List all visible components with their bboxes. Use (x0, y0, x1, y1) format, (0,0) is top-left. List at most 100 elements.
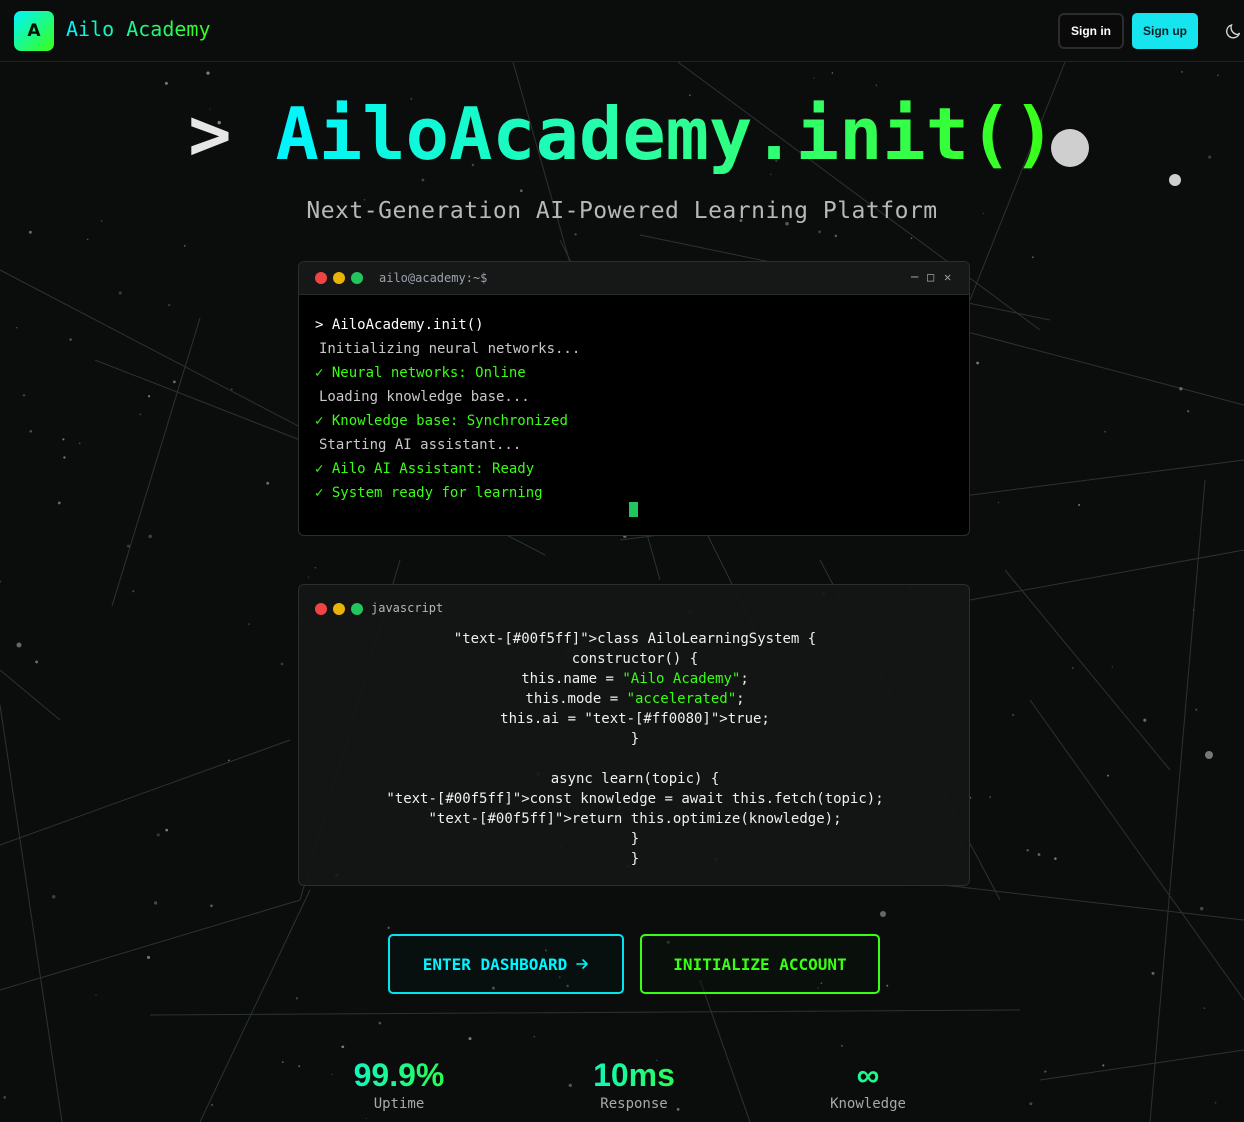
star-dot (1102, 1064, 1105, 1067)
terminal-line-text: System ready for learning (331, 485, 543, 501)
close-dot-icon[interactable] (315, 272, 327, 284)
star-dot (146, 955, 151, 959)
network-line (969, 549, 1244, 601)
check-icon: ✓ (315, 485, 324, 501)
star-dot (1217, 74, 1219, 77)
network-line (0, 899, 301, 991)
star-dot (976, 361, 979, 365)
network-line (1029, 699, 1244, 1001)
minimize-dot-icon[interactable] (333, 272, 345, 284)
enter-dashboard-button[interactable]: ENTER DASHBOARD (388, 934, 624, 994)
star-dot (281, 1061, 284, 1064)
terminal-titlebar: ailo@academy:~$ ─ □ ✕ (299, 262, 969, 295)
network-line (111, 317, 201, 607)
star-dot (35, 660, 39, 664)
star-dot (307, 576, 310, 578)
star-dot (247, 623, 250, 626)
network-line (959, 329, 1244, 406)
terminal-title: ailo@academy:~$ (379, 271, 488, 285)
stat-response: 10ms Response (534, 1056, 734, 1112)
sign-up-button[interactable]: Sign up (1132, 13, 1198, 49)
terminal-line: ✓ Knowledge base: Synchronized (315, 409, 953, 433)
minimize-dot-icon (333, 603, 345, 615)
moon-icon[interactable] (1224, 21, 1244, 41)
network-line (1149, 479, 1206, 1122)
enter-dashboard-label: ENTER DASHBOARD (422, 954, 568, 974)
initialize-account-button[interactable]: INITIALIZE ACCOUNT (640, 934, 880, 994)
logo[interactable]: A (14, 11, 54, 51)
maximize-icon[interactable]: □ (927, 270, 934, 284)
arrow-right-icon (576, 959, 589, 969)
star-dot (314, 567, 317, 569)
star-dot (0, 580, 2, 583)
network-line (899, 879, 1244, 921)
star-dot (1192, 609, 1195, 611)
network-line (0, 704, 63, 1122)
check-icon: ✓ (315, 365, 324, 381)
brand-name[interactable]: Ailo Academy (66, 17, 211, 41)
stat-knowledge: ∞ Knowledge (768, 1056, 968, 1112)
hero-subtitle: Next-Generation AI-Powered Learning Plat… (306, 198, 938, 224)
star-dot (210, 904, 213, 908)
star-dot (997, 502, 1000, 504)
network-line (1004, 569, 1171, 771)
star-dot (173, 380, 176, 384)
stat-value: 10ms (534, 1056, 734, 1094)
orb-dot (16, 642, 22, 648)
hero-prompt: > (188, 92, 232, 176)
star-dot (574, 233, 577, 236)
star-dot (875, 84, 878, 87)
star-dot (266, 481, 270, 485)
star-dot (813, 77, 815, 79)
terminal-line-text: Loading knowledge base... (319, 389, 530, 405)
code-line: } (299, 849, 971, 869)
code-token: } (630, 831, 640, 847)
star-dot (1054, 857, 1057, 860)
star-dot (15, 326, 18, 329)
terminal-cursor (629, 502, 638, 517)
maximize-dot-icon[interactable] (351, 272, 363, 284)
network-line (149, 1009, 1021, 1016)
star-dot (295, 997, 299, 1000)
star-dot (533, 1035, 536, 1038)
code-token: async learn(topic) { (550, 771, 720, 787)
star-dot (168, 303, 171, 307)
code-language: javascript (371, 601, 444, 615)
star-dot (1078, 503, 1081, 506)
star-dot (156, 833, 160, 837)
star-dot (147, 395, 151, 398)
star-dot (365, 1117, 367, 1120)
star-dot (468, 1037, 472, 1041)
code-token: "accelerated" (626, 691, 737, 707)
code-line: this.name = "Ailo Academy"; (299, 669, 971, 689)
close-dot-icon (315, 603, 327, 615)
star-dot (231, 388, 233, 390)
star-dot (421, 178, 425, 182)
code-token: "text-[#00f5ff]">class AiloLearningSyste… (453, 631, 817, 647)
star-dot (78, 442, 81, 445)
star-dot (95, 994, 97, 996)
code-token: ; (736, 691, 745, 707)
star-dot (1199, 906, 1204, 911)
stat-label: Response (600, 1096, 668, 1112)
star-dot (1044, 1070, 1047, 1073)
star-dot (378, 1021, 382, 1025)
star-dot (520, 189, 523, 192)
star-dot (3, 1096, 7, 1099)
code-line: "text-[#00f5ff]">return this.optimize(kn… (299, 809, 971, 829)
star-dot (910, 237, 913, 239)
orb-dot (1205, 751, 1213, 759)
code-token: this.mode = (525, 691, 627, 707)
star-dot (118, 291, 122, 295)
minimize-icon[interactable]: ─ (911, 270, 918, 284)
stat-value: 99.9% (299, 1056, 499, 1094)
sign-in-button[interactable]: Sign in (1058, 13, 1124, 49)
star-dot (165, 828, 169, 832)
code-line: constructor() { (299, 649, 971, 669)
star-dot (183, 244, 186, 247)
terminal-window: ailo@academy:~$ ─ □ ✕ > AiloAcademy.init… (298, 261, 970, 536)
close-icon[interactable]: ✕ (944, 270, 951, 284)
star-dot (387, 926, 390, 929)
terminal-line-text: Knowledge base: Synchronized (331, 413, 568, 429)
